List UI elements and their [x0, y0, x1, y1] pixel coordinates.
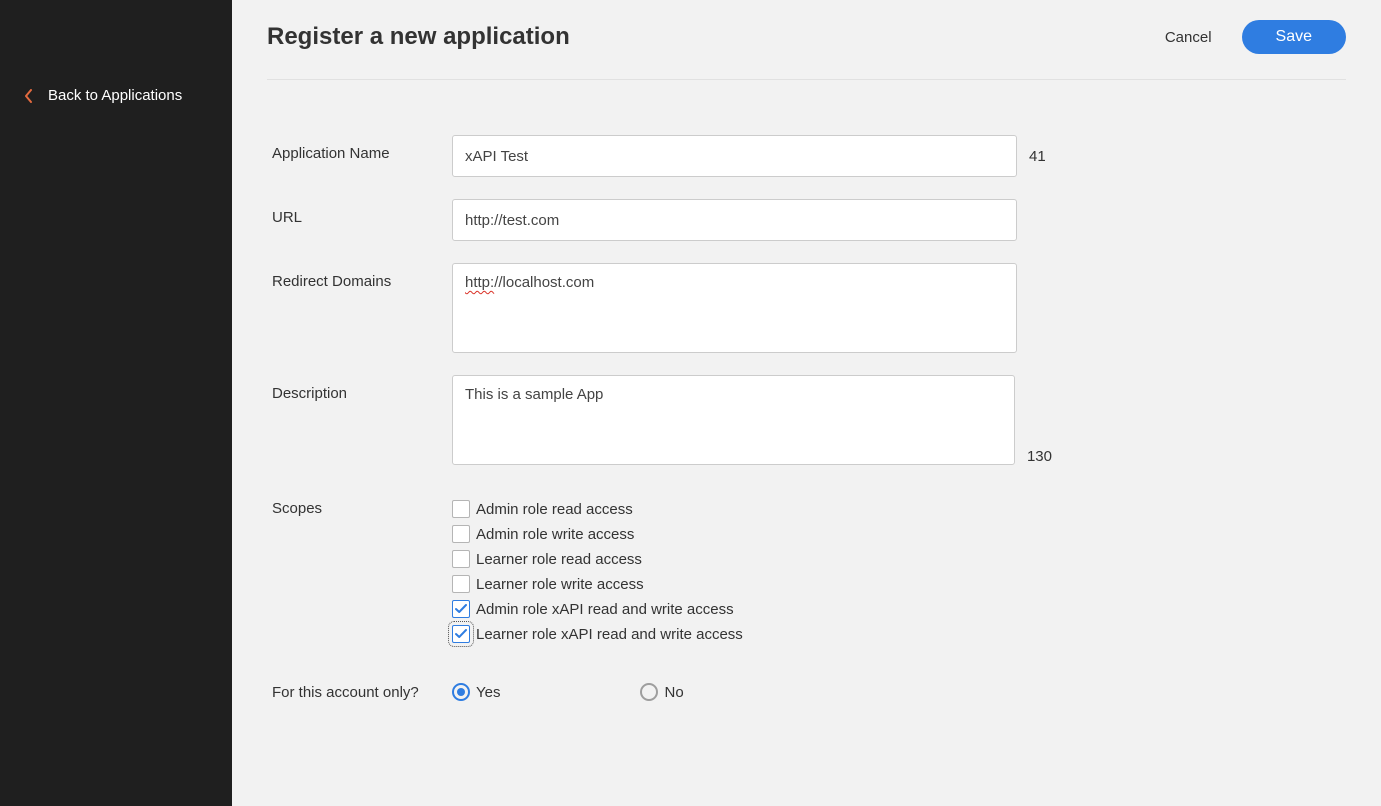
scope-checkbox-5[interactable]: Learner role xAPI read and write access	[452, 625, 743, 643]
scope-checkbox-4[interactable]: Admin role xAPI read and write access	[452, 600, 743, 618]
redirect-value-suffix: //localhost.com	[494, 274, 594, 291]
scopes-checkbox-list: Admin role read access Admin role write a…	[452, 500, 743, 643]
scope-checkbox-label: Learner role read access	[476, 551, 642, 568]
label-account-only: For this account only?	[267, 684, 452, 701]
page-title: Register a new application	[267, 23, 570, 51]
label-url: URL	[267, 199, 452, 226]
radio-account-only-no[interactable]: No	[640, 683, 683, 701]
row-scopes: Scopes Admin role read accessAdmin role …	[267, 500, 1346, 643]
account-only-radio-group: Yes No	[452, 683, 684, 701]
field-redirect-domains: http://localhost.com	[452, 263, 1052, 353]
chevron-left-icon	[25, 89, 33, 103]
checkbox-checked-icon	[452, 600, 470, 618]
row-url: URL	[267, 199, 1346, 241]
description-counter: 130	[1027, 448, 1052, 465]
scope-checkbox-3[interactable]: Learner role write access	[452, 575, 743, 593]
checkbox-unchecked-icon	[452, 575, 470, 593]
header-actions: Cancel Save	[1165, 20, 1346, 54]
redirect-domains-input[interactable]: http://localhost.com	[452, 263, 1017, 353]
description-input[interactable]	[452, 375, 1015, 465]
scope-checkbox-2[interactable]: Learner role read access	[452, 550, 743, 568]
row-application-name: Application Name 41	[267, 135, 1346, 177]
application-name-counter: 41	[1029, 148, 1046, 165]
scope-checkbox-label: Learner role xAPI read and write access	[476, 626, 743, 643]
redirect-value-prefix: http:	[465, 274, 494, 291]
row-description: Description 130	[267, 375, 1346, 465]
checkbox-unchecked-icon	[452, 525, 470, 543]
radio-dot-icon	[640, 683, 658, 701]
back-to-applications-link[interactable]: Back to Applications	[0, 75, 232, 116]
scope-checkbox-1[interactable]: Admin role write access	[452, 525, 743, 543]
sidebar: Back to Applications	[0, 0, 232, 806]
scope-checkbox-label: Learner role write access	[476, 576, 644, 593]
radio-account-only-yes[interactable]: Yes	[452, 683, 500, 701]
url-input[interactable]	[452, 199, 1017, 241]
radio-yes-label: Yes	[476, 684, 500, 701]
row-account-only: For this account only? Yes No	[267, 683, 1346, 701]
radio-dot-icon	[452, 683, 470, 701]
label-application-name: Application Name	[267, 135, 452, 162]
scope-checkbox-label: Admin role read access	[476, 501, 633, 518]
checkbox-checked-icon	[452, 625, 470, 643]
scope-checkbox-0[interactable]: Admin role read access	[452, 500, 743, 518]
label-description: Description	[267, 375, 452, 402]
main-content: Register a new application Cancel Save A…	[232, 0, 1381, 806]
field-description: 130	[452, 375, 1052, 465]
radio-no-label: No	[664, 684, 683, 701]
application-name-input[interactable]	[452, 135, 1017, 177]
field-application-name: 41	[452, 135, 1052, 177]
app-root: Back to Applications Register a new appl…	[0, 0, 1381, 806]
page-header: Register a new application Cancel Save	[267, 10, 1346, 80]
cancel-button[interactable]: Cancel	[1165, 29, 1212, 46]
save-button[interactable]: Save	[1242, 20, 1346, 54]
row-redirect-domains: Redirect Domains http://localhost.com	[267, 263, 1346, 353]
checkbox-unchecked-icon	[452, 500, 470, 518]
checkbox-unchecked-icon	[452, 550, 470, 568]
field-url	[452, 199, 1052, 241]
scope-checkbox-label: Admin role xAPI read and write access	[476, 601, 734, 618]
label-scopes: Scopes	[267, 500, 452, 517]
label-redirect-domains: Redirect Domains	[267, 263, 452, 290]
back-link-label: Back to Applications	[48, 87, 182, 104]
scope-checkbox-label: Admin role write access	[476, 526, 634, 543]
